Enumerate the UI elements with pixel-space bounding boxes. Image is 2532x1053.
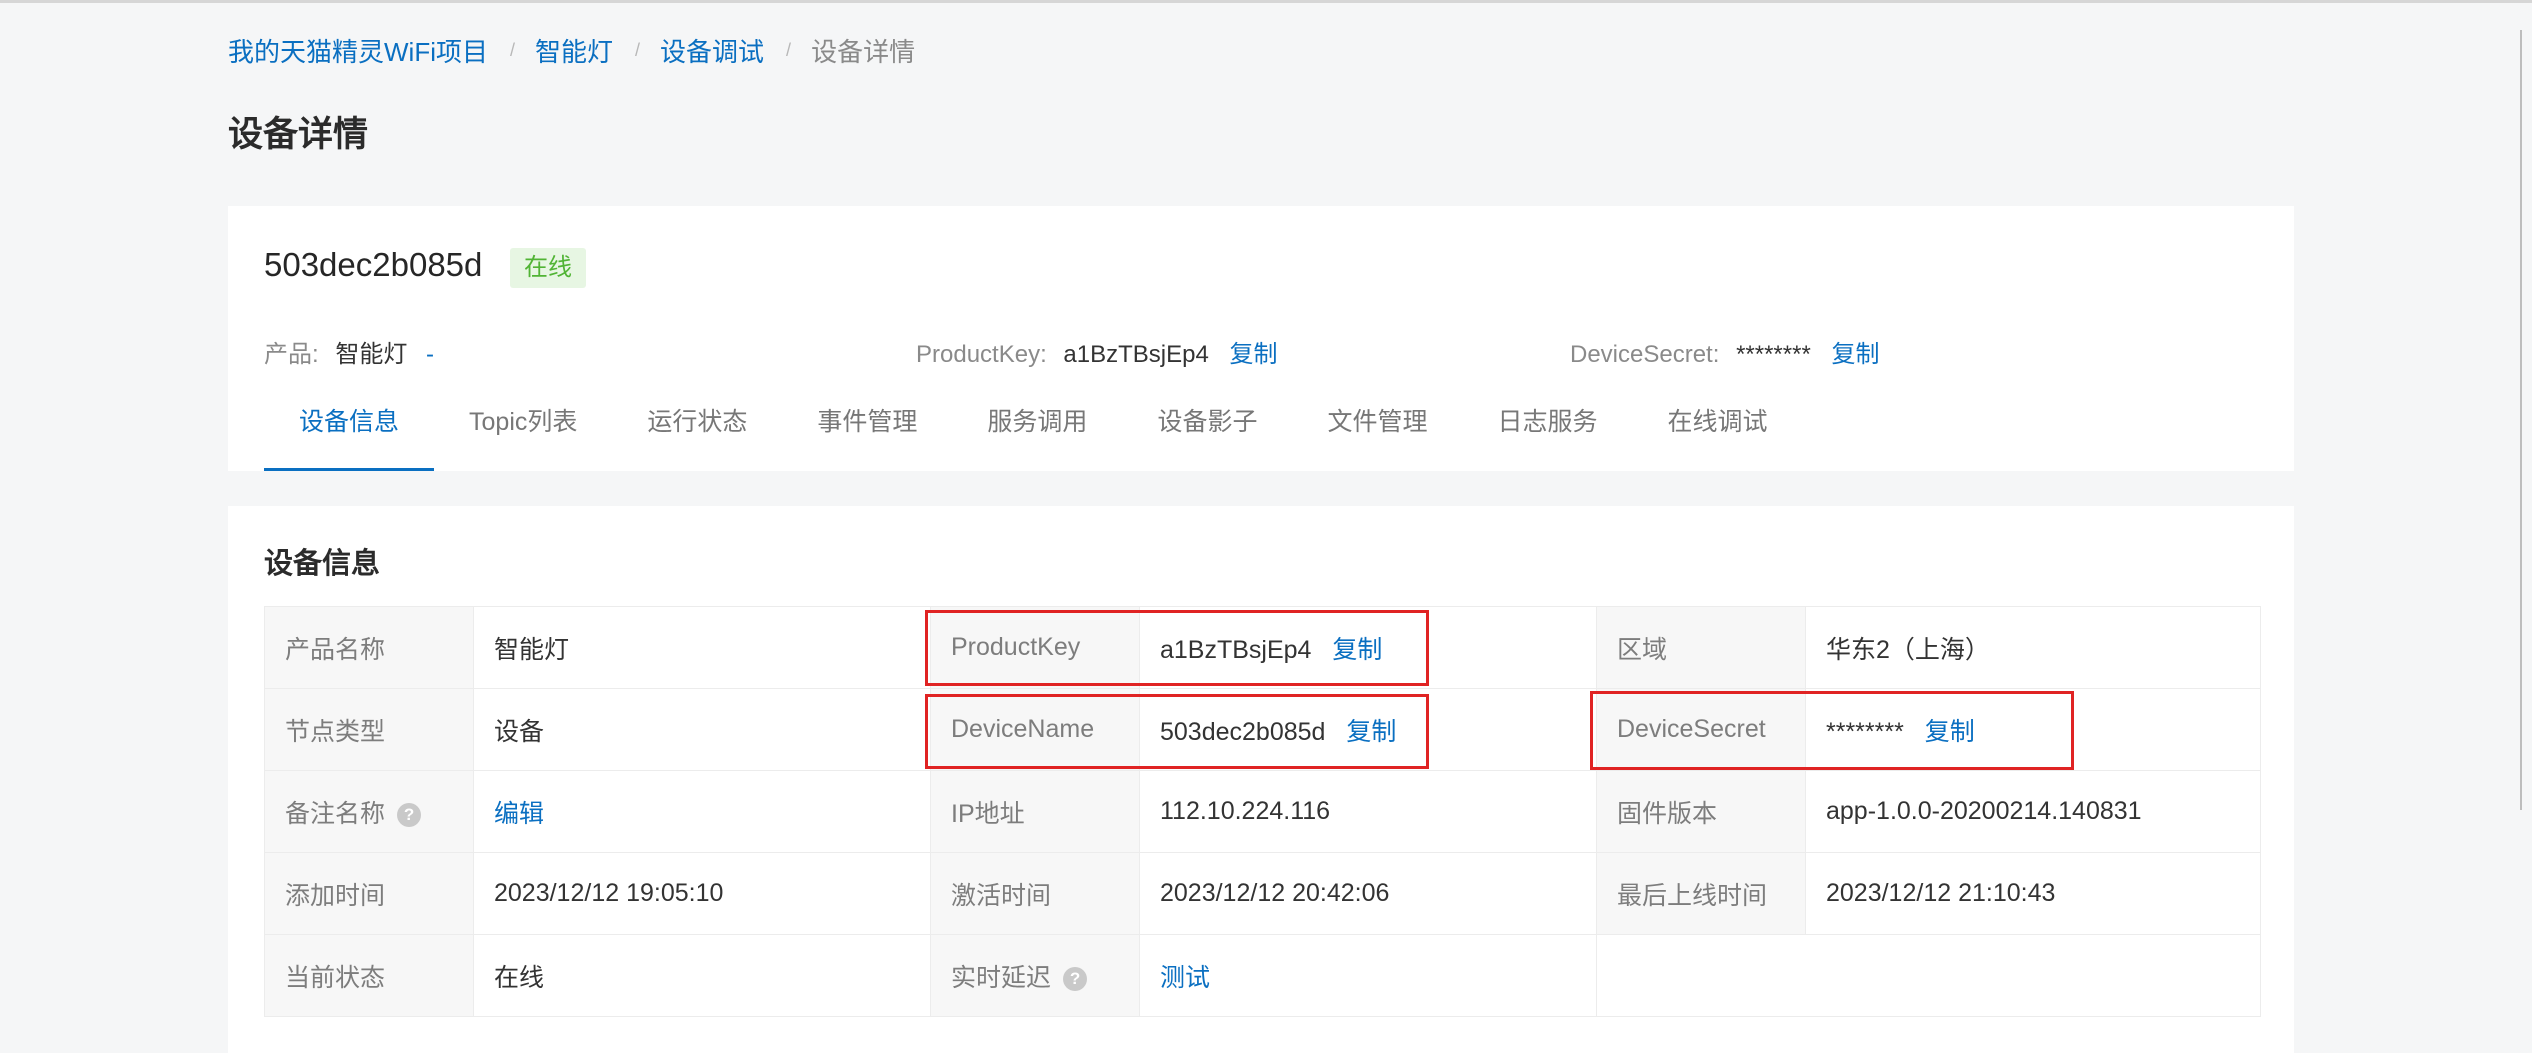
devicesecret-copy-button[interactable]: 复制	[1925, 718, 1975, 746]
tab-file-management[interactable]: 文件管理	[1327, 392, 1427, 471]
cell-label-region: 区域	[1596, 606, 1806, 689]
cell-value-devicesecret: ******** 复制	[1805, 688, 2261, 771]
productkey-value: a1BzTBsjEp4	[1160, 635, 1312, 664]
tab-topic-list[interactable]: Topic列表	[469, 392, 577, 471]
cell-value-last-online-time: 2023/12/12 21:10:43	[1805, 852, 2261, 935]
breadcrumb-debug[interactable]: 设备调试	[660, 32, 764, 69]
cell-label-realtime-latency: 实时延迟?	[930, 934, 1140, 1017]
cell-label-ip-address: IP地址	[930, 770, 1140, 853]
cell-value-added-time: 2023/12/12 19:05:10	[473, 852, 931, 935]
tab-run-status[interactable]: 运行状态	[647, 392, 747, 471]
cell-value-current-status: 在线	[473, 934, 931, 1017]
breadcrumb: 我的天猫精灵WiFi项目 / 智能灯 / 设备调试 / 设备详情	[228, 32, 915, 68]
devicesecret-value: ********	[1826, 717, 1904, 746]
tab-online-debug[interactable]: 在线调试	[1667, 392, 1767, 471]
table-row: 备注名称? 编辑 IP地址 112.10.224.116 固件版本 app-1.…	[264, 770, 2261, 853]
tab-event-management[interactable]: 事件管理	[817, 392, 917, 471]
cell-label-product-name: 产品名称	[264, 606, 474, 689]
cell-value-ip-address: 112.10.224.116	[1139, 770, 1597, 853]
status-badge: 在线	[510, 248, 586, 288]
cell-label-current-status: 当前状态	[264, 934, 474, 1017]
edit-remark-button[interactable]: 编辑	[494, 800, 544, 828]
devicesecret-value: ********	[1736, 341, 1811, 368]
cell-value-realtime-latency: 测试	[1139, 934, 1597, 1017]
productkey-value: a1BzTBsjEp4	[1063, 341, 1209, 368]
table-row: 添加时间 2023/12/12 19:05:10 激活时间 2023/12/12…	[264, 852, 2261, 935]
productkey-label: ProductKey:	[916, 341, 1047, 368]
device-name: 503dec2b085d	[264, 246, 483, 283]
product-value: 智能灯	[335, 341, 408, 368]
cell-label-devicename: DeviceName	[930, 688, 1140, 771]
devicename-copy-button[interactable]: 复制	[1346, 718, 1396, 746]
cell-value-node-type: 设备	[473, 688, 931, 771]
cell-label-remark-name: 备注名称?	[264, 770, 474, 853]
device-header-card: 503dec2b085d 在线 产品: 智能灯 - ProductKey: a1…	[228, 206, 2294, 471]
top-border	[0, 0, 2532, 3]
cell-label-productkey: ProductKey	[930, 606, 1140, 689]
cell-label-added-time: 添加时间	[264, 852, 474, 935]
section-title: 设备信息	[264, 548, 381, 580]
table-row: 节点类型 设备 DeviceName 503dec2b085d 复制 Devic…	[264, 688, 2261, 771]
cell-value-region: 华东2（上海）	[1805, 606, 2261, 689]
remark-name-label: 备注名称	[285, 799, 386, 828]
devicesecret-meta: DeviceSecret: ******** 复制	[1570, 334, 1879, 369]
breadcrumb-current: 设备详情	[811, 36, 916, 67]
tab-log-service[interactable]: 日志服务	[1497, 392, 1597, 471]
table-row: 当前状态 在线 实时延迟? 测试	[264, 934, 2261, 1017]
test-latency-button[interactable]: 测试	[1160, 964, 1210, 992]
tab-device-info[interactable]: 设备信息	[264, 392, 435, 471]
cell-label-node-type: 节点类型	[264, 688, 474, 771]
empty-cell	[1596, 934, 2261, 1017]
help-icon[interactable]: ?	[1063, 966, 1088, 991]
cell-value-firmware-version: app-1.0.0-20200214.140831	[1805, 770, 2261, 853]
devicename-value: 503dec2b085d	[1160, 717, 1326, 746]
cell-label-last-online-time: 最后上线时间	[1596, 852, 1806, 935]
help-icon[interactable]: ?	[397, 802, 422, 827]
cell-value-productkey: a1BzTBsjEp4 复制	[1139, 606, 1597, 689]
breadcrumb-separator: /	[635, 39, 641, 60]
breadcrumb-separator: /	[786, 39, 792, 60]
product-label: 产品:	[264, 341, 319, 368]
cell-value-activation-time: 2023/12/12 20:42:06	[1139, 852, 1597, 935]
product-link[interactable]: -	[426, 341, 434, 368]
productkey-copy-button[interactable]: 复制	[1332, 636, 1382, 664]
device-detail-page: 我的天猫精灵WiFi项目 / 智能灯 / 设备调试 / 设备详情 设备详情 50…	[0, 0, 2532, 1053]
breadcrumb-product[interactable]: 智能灯	[535, 32, 613, 69]
breadcrumb-separator: /	[509, 39, 515, 60]
realtime-latency-label: 实时延迟	[951, 963, 1052, 992]
cell-label-activation-time: 激活时间	[930, 852, 1140, 935]
product-meta: 产品: 智能灯 -	[264, 334, 434, 369]
breadcrumb-project[interactable]: 我的天猫精灵WiFi项目	[228, 32, 488, 69]
devicesecret-label: DeviceSecret:	[1570, 341, 1720, 368]
scrollbar[interactable]	[2520, 30, 2532, 810]
cell-value-product-name: 智能灯	[473, 606, 931, 689]
productkey-copy-button[interactable]: 复制	[1229, 341, 1277, 368]
cell-value-devicename: 503dec2b085d 复制	[1139, 688, 1597, 771]
productkey-meta: ProductKey: a1BzTBsjEp4 复制	[916, 334, 1277, 369]
cell-label-firmware-version: 固件版本	[1596, 770, 1806, 853]
tab-device-shadow[interactable]: 设备影子	[1157, 392, 1257, 471]
cell-label-devicesecret: DeviceSecret	[1596, 688, 1806, 771]
tab-service-call[interactable]: 服务调用	[987, 392, 1087, 471]
tab-bar: 设备信息 Topic列表 运行状态 事件管理 服务调用 设备影子 文件管理 日志…	[264, 392, 1838, 471]
cell-value-remark-name: 编辑	[473, 770, 931, 853]
page-title: 设备详情	[228, 115, 369, 154]
devicesecret-copy-button[interactable]: 复制	[1831, 341, 1879, 368]
table-row: 产品名称 智能灯 ProductKey a1BzTBsjEp4 复制 区域 华东…	[264, 606, 2261, 689]
device-info-card: 设备信息 产品名称 智能灯 ProductKey a1BzTBsjEp4 复制 …	[228, 506, 2294, 1053]
device-info-table: 产品名称 智能灯 ProductKey a1BzTBsjEp4 复制 区域 华东…	[264, 606, 2261, 1017]
